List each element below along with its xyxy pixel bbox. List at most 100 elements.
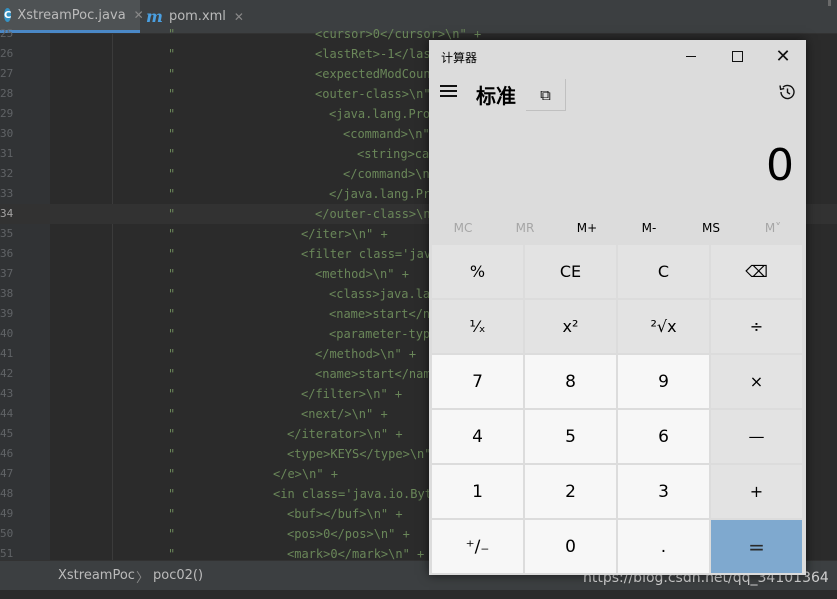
memory-m-button[interactable]: M+ (556, 217, 618, 240)
string-quote: " (168, 227, 176, 241)
string-quote: " (168, 307, 176, 321)
digit-6-button[interactable]: 6 (618, 410, 709, 463)
code-text: <name>start</nam (315, 367, 431, 381)
code-text: </e>\n" + (273, 467, 339, 481)
string-quote: " (168, 67, 176, 81)
negate-button[interactable]: ⁺∕₋ (432, 520, 523, 573)
hamburger-menu-icon[interactable] (440, 85, 457, 100)
digit-7-button[interactable]: 7 (432, 355, 523, 408)
line-number: 41 (0, 347, 14, 360)
status-strip (0, 590, 837, 599)
close-icon[interactable]: ✕ (234, 10, 244, 24)
digit-5-button[interactable]: 5 (525, 410, 616, 463)
line-number: 35 (0, 227, 14, 240)
string-quote: " (168, 27, 176, 41)
string-quote: " (168, 107, 176, 121)
digit-2-button[interactable]: 2 (525, 465, 616, 518)
code-text: <parameter-type (329, 327, 438, 341)
digit-3-button[interactable]: 3 (618, 465, 709, 518)
code-text: <pos>0</pos>\n" + (287, 527, 410, 541)
calculator-window: 计算器 ✕ 标准 ⧉ 0 MC MR M+ M- MS M˅ % CE C ⌫ ¹⁄ₓ x² ²√x ÷… (429, 40, 806, 575)
string-quote: " (168, 447, 176, 461)
string-quote: " (168, 247, 176, 261)
subtract-button[interactable]: — (711, 410, 802, 463)
maximize-button[interactable] (714, 40, 760, 73)
string-quote: " (168, 387, 176, 401)
percent-button[interactable]: % (432, 245, 523, 298)
divide-button[interactable]: ÷ (711, 300, 802, 353)
tab-overflow-icon[interactable] (828, 0, 831, 6)
close-icon: ✕ (775, 46, 791, 67)
line-number: 37 (0, 267, 14, 280)
close-icon[interactable]: ✕ (134, 8, 144, 22)
digit-0-button[interactable]: 0 (525, 520, 616, 573)
maximize-icon (731, 51, 743, 62)
keep-on-top-icon: ⧉ (540, 85, 551, 104)
digit-1-button[interactable]: 1 (432, 465, 523, 518)
digit-4-button[interactable]: 4 (432, 410, 523, 463)
string-quote: " (168, 467, 176, 481)
minimize-icon (686, 56, 696, 57)
breadcrumb-class[interactable]: XstreamPoc (58, 568, 135, 583)
line-number: 39 (0, 307, 14, 320)
code-text: <name>start</na (329, 307, 438, 321)
line-number: 45 (0, 427, 14, 440)
code-text: <next/>\n" + (301, 407, 388, 421)
line-number: 29 (0, 107, 14, 120)
backspace-button[interactable]: ⌫ (711, 245, 802, 298)
clear-entry-button[interactable]: CE (525, 245, 616, 298)
java-class-icon: C (4, 8, 12, 22)
code-text: </iterator>\n" + (287, 427, 403, 441)
reciprocal-button[interactable]: ¹⁄ₓ (432, 300, 523, 353)
code-text: </iter>\n" + (301, 227, 388, 241)
string-quote: " (168, 87, 176, 101)
string-quote: " (168, 127, 176, 141)
breadcrumb-method[interactable]: poc02() (153, 568, 203, 583)
memory-m-button[interactable]: M˅ (742, 217, 804, 240)
string-quote: " (168, 367, 176, 381)
line-number: 43 (0, 387, 14, 400)
code-text: <method>\n" + (315, 267, 409, 281)
string-quote: " (168, 527, 176, 541)
line-number: 38 (0, 287, 14, 300)
line-number: 33 (0, 187, 14, 200)
line-number: 28 (0, 87, 14, 100)
code-text: <buf></buf>\n" + (287, 507, 403, 521)
code-text: </java.lang.Pro (329, 187, 438, 201)
history-icon[interactable] (777, 82, 797, 102)
string-quote: " (168, 147, 176, 161)
digit-9-button[interactable]: 9 (618, 355, 709, 408)
memory-m-button[interactable]: M- (618, 217, 680, 240)
add-button[interactable]: + (711, 465, 802, 518)
code-text: <java.lang.Proc (329, 107, 438, 121)
square-root-button[interactable]: ²√x (618, 300, 709, 353)
string-quote: " (168, 487, 176, 501)
code-text: <string>ca (357, 147, 430, 161)
decimal-button[interactable]: . (618, 520, 709, 573)
window-title: 计算器 (441, 51, 478, 65)
code-text: </outer-class>\n (315, 207, 431, 221)
string-quote: " (168, 427, 176, 441)
line-number: 40 (0, 327, 14, 340)
line-number: 36 (0, 247, 14, 260)
keep-on-top-button[interactable]: ⧉ (526, 79, 566, 111)
memory-mr-button[interactable]: MR (494, 217, 556, 240)
breadcrumb-separator-icon: 〉 (136, 571, 150, 586)
line-number: 30 (0, 127, 14, 140)
memory-mc-button[interactable]: MC (432, 217, 494, 240)
digit-8-button[interactable]: 8 (525, 355, 616, 408)
multiply-button[interactable]: × (711, 355, 802, 408)
equals-button[interactable]: = (711, 520, 802, 573)
memory-ms-button[interactable]: MS (680, 217, 742, 240)
string-quote: " (168, 407, 176, 421)
code-text: <filter class='java (301, 247, 439, 261)
square-button[interactable]: x² (525, 300, 616, 353)
calculator-title-bar[interactable]: 计算器 ✕ (429, 40, 806, 73)
minimize-button[interactable] (668, 40, 714, 73)
line-number: 25 (0, 27, 14, 40)
line-number: 26 (0, 47, 14, 60)
clear-button[interactable]: C (618, 245, 709, 298)
line-number: 50 (0, 527, 14, 540)
close-button[interactable]: ✕ (760, 40, 806, 73)
line-number: 44 (0, 407, 14, 420)
